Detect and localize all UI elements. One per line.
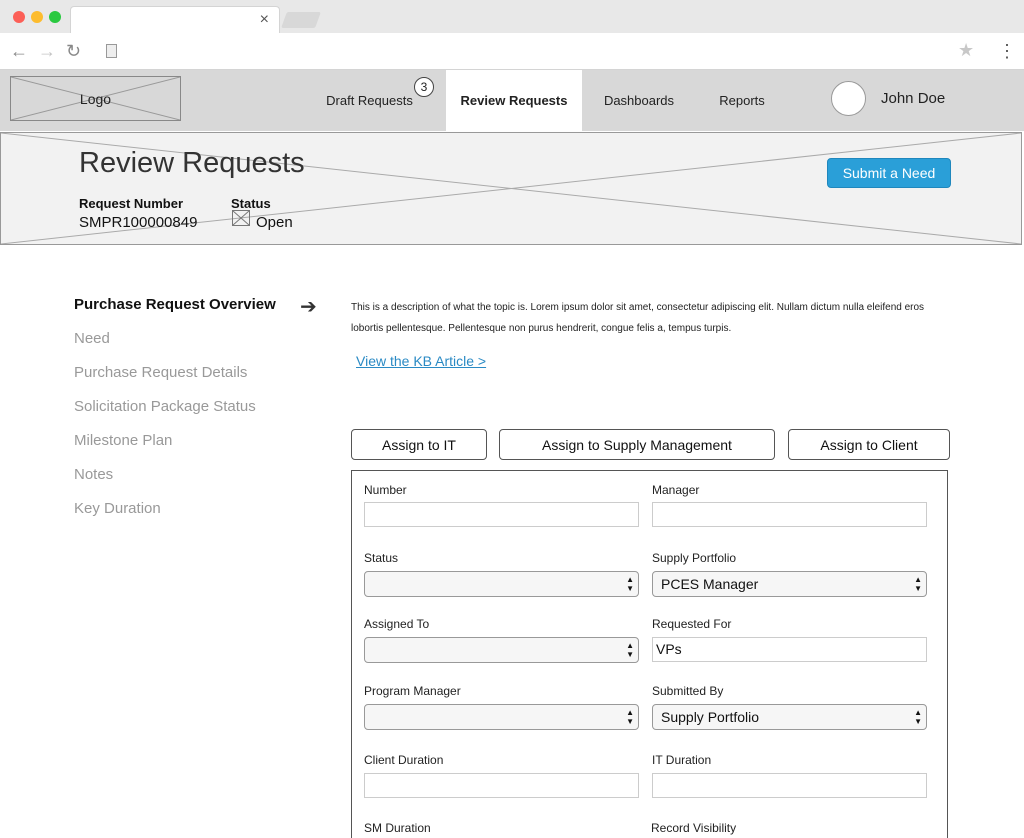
select-arrows-icon: ▲ ▼ (626, 575, 634, 593)
topic-description: This is a description of what the topic … (351, 302, 925, 334)
logo-label: Logo (79, 91, 112, 107)
browser-tab[interactable]: × (70, 6, 280, 34)
kb-article-link[interactable]: View the KB Article > (356, 353, 486, 369)
sidebar-item-details[interactable]: Purchase Request Details (74, 364, 247, 381)
supply-portfolio-label: Supply Portfolio (652, 551, 737, 565)
assign-to-it-button[interactable]: Assign to IT (351, 429, 487, 460)
select-arrows-icon: ▲ ▼ (626, 641, 634, 659)
assigned-to-label: Assigned To (364, 617, 430, 631)
sidebar-item-key-duration[interactable]: Key Duration (74, 500, 161, 517)
submitted-by-label: Submitted By (652, 684, 724, 698)
status-field-label: Status (364, 551, 399, 565)
requested-for-field[interactable]: VPs (652, 637, 927, 662)
select-arrows-icon: ▲ ▼ (626, 708, 634, 726)
it-duration-label: IT Duration (652, 753, 712, 767)
browser-toolbar: ← → ↻ ★ ⋮ (0, 33, 1024, 70)
assigned-to-select[interactable]: ▲ ▼ (364, 637, 639, 663)
submitted-by-value: Supply Portfolio (661, 709, 760, 725)
browser-tab-bar: × (0, 0, 1024, 34)
status-select[interactable]: ▲ ▼ (364, 571, 639, 597)
sidebar-item-overview[interactable]: Purchase Request Overview (74, 296, 276, 313)
program-manager-select[interactable]: ▲ ▼ (364, 704, 639, 730)
supply-portfolio-select[interactable]: PCES Manager ▲ ▼ (652, 571, 927, 597)
submitted-by-select[interactable]: Supply Portfolio ▲ ▼ (652, 704, 927, 730)
maximize-window-icon[interactable] (49, 11, 61, 23)
browser-menu-icon[interactable]: ⋮ (998, 41, 1016, 61)
reload-icon[interactable]: ↻ (66, 41, 81, 61)
page-title: Review Requests (79, 147, 305, 179)
select-arrows-icon: ▲ ▼ (914, 575, 922, 593)
logo[interactable]: Logo (10, 76, 181, 121)
arrow-right-icon: ➔ (300, 296, 317, 318)
request-number-label: Request Number (79, 196, 184, 211)
assign-to-client-button[interactable]: Assign to Client (788, 429, 950, 460)
user-name[interactable]: John Doe (881, 90, 945, 107)
sidebar-item-milestone[interactable]: Milestone Plan (74, 432, 172, 449)
number-field[interactable] (364, 502, 639, 527)
back-icon[interactable]: ← (10, 41, 28, 61)
page-icon (106, 44, 117, 58)
assign-to-supply-management-button[interactable]: Assign to Supply Management (499, 429, 775, 460)
manager-field[interactable] (652, 502, 927, 527)
select-arrows-icon: ▲ ▼ (914, 708, 922, 726)
record-visibility-label: Record Visibility (651, 821, 737, 835)
forward-icon[interactable]: → (38, 41, 56, 61)
status-image-icon (232, 210, 250, 226)
request-number-value: SMPR100000849 (79, 214, 198, 231)
sidebar-item-need[interactable]: Need (74, 330, 110, 347)
submit-need-button[interactable]: Submit a Need (827, 158, 951, 188)
nav-review-requests[interactable]: Review Requests (446, 70, 582, 131)
client-duration-field[interactable] (364, 773, 639, 798)
page-banner: Review Requests Request Number SMPR10000… (0, 132, 1022, 245)
avatar[interactable] (831, 81, 866, 116)
new-tab-button[interactable] (281, 12, 321, 28)
sidebar-item-notes[interactable]: Notes (74, 466, 113, 483)
supply-portfolio-value: PCES Manager (661, 576, 759, 592)
tab-close-icon[interactable]: × (260, 11, 269, 29)
nav-dashboards[interactable]: Dashboards (596, 70, 682, 131)
it-duration-field[interactable] (652, 773, 927, 798)
close-window-icon[interactable] (13, 11, 25, 23)
manager-label: Manager (652, 483, 700, 497)
app-header: Logo Draft Requests 3 Review Requests Da… (0, 70, 1024, 131)
client-duration-label: Client Duration (364, 753, 444, 767)
status-label: Status (231, 196, 271, 211)
requested-for-label: Requested For (652, 617, 732, 631)
program-manager-label: Program Manager (364, 684, 461, 698)
status-value: Open (256, 214, 293, 231)
sidebar-item-solicitation[interactable]: Solicitation Package Status (74, 398, 256, 415)
bookmark-star-icon[interactable]: ★ (958, 40, 974, 61)
request-form: Number Manager Status ▲ ▼ Supply Portfoli… (351, 470, 948, 838)
nav-draft-requests[interactable]: Draft Requests (318, 70, 421, 131)
sm-duration-label: SM Duration (364, 821, 431, 835)
draft-count-badge: 3 (414, 77, 434, 97)
number-label: Number (364, 483, 407, 497)
nav-reports[interactable]: Reports (712, 70, 772, 131)
minimize-window-icon[interactable] (31, 11, 43, 23)
